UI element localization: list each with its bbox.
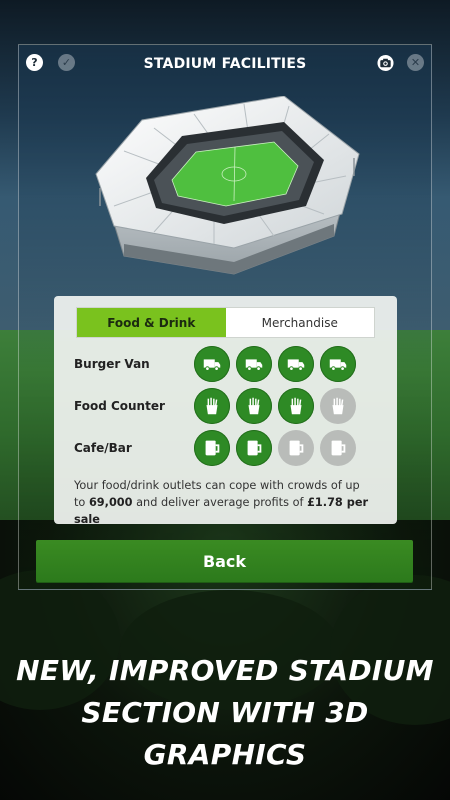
van-icon[interactable] xyxy=(278,346,314,382)
facility-row-cafe-bar: Cafe/Bar xyxy=(74,430,374,470)
tab-bar: Food & Drink Merchandise xyxy=(76,307,375,338)
facility-row-burger-van: Burger Van xyxy=(74,346,374,386)
promo-line-2: SECTION WITH 3D GRAPHICS xyxy=(81,696,369,771)
facility-row-food-counter: Food Counter xyxy=(74,388,374,428)
capacity-value: 69,000 xyxy=(88,496,133,509)
facility-label: Burger Van xyxy=(74,357,150,371)
top-bar: ? ✓ STADIUM FACILITIES ✕ xyxy=(18,48,432,80)
camera-icon[interactable] xyxy=(377,54,394,71)
wrench-icon[interactable]: ✕ xyxy=(407,54,424,71)
promo-line-1: NEW, IMPROVED STADIUM xyxy=(16,654,434,687)
mug-icon[interactable] xyxy=(320,430,356,466)
promo-caption: NEW, IMPROVED STADIUM SECTION WITH 3D GR… xyxy=(0,650,450,776)
mug-icon[interactable] xyxy=(194,430,230,466)
tab-food-drink[interactable]: Food & Drink xyxy=(77,308,226,337)
capacity-info: Your food/drink outlets can cope with cr… xyxy=(74,477,374,528)
fries-icon[interactable] xyxy=(278,388,314,424)
mug-icon[interactable] xyxy=(236,430,272,466)
fries-icon[interactable] xyxy=(194,388,230,424)
info-middle: and deliver average profits of xyxy=(136,496,304,509)
van-icon[interactable] xyxy=(194,346,230,382)
back-button[interactable]: Back xyxy=(36,540,413,582)
mug-icon[interactable] xyxy=(278,430,314,466)
fries-icon[interactable] xyxy=(236,388,272,424)
stadium-3d-model xyxy=(95,96,360,275)
van-icon[interactable] xyxy=(236,346,272,382)
page-title: STADIUM FACILITIES xyxy=(143,56,307,72)
fries-icon[interactable] xyxy=(320,388,356,424)
facility-label: Food Counter xyxy=(74,399,165,413)
van-icon[interactable] xyxy=(320,346,356,382)
facility-label: Cafe/Bar xyxy=(74,441,132,455)
tab-merchandise[interactable]: Merchandise xyxy=(225,308,374,337)
facility-card: Food & Drink Merchandise Burger Van Food… xyxy=(54,296,397,526)
